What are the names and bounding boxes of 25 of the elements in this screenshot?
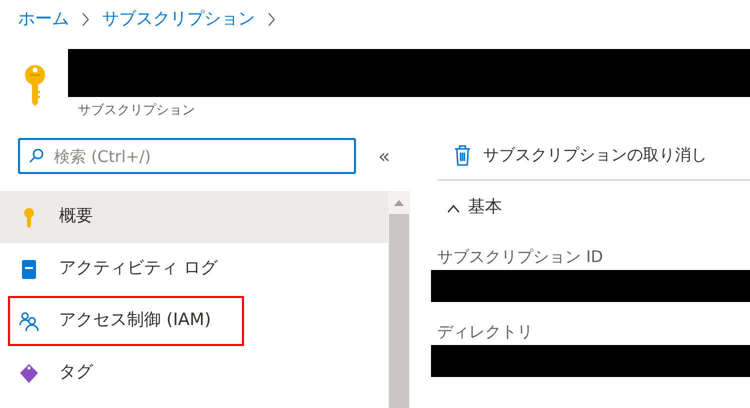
resource-type-label: サブスクリプション — [78, 102, 196, 120]
key-icon — [24, 65, 46, 107]
search-field[interactable]: 検索 (Ctrl+/) — [18, 138, 356, 174]
collapse-button[interactable]: « — [378, 141, 390, 171]
menu-label: アクセス制御 (IAM) — [59, 309, 211, 332]
trash-icon — [454, 144, 471, 166]
field-label: ディレクトリ — [437, 321, 534, 343]
scrollbar[interactable] — [388, 191, 410, 408]
book-icon — [19, 258, 39, 280]
menu-label: タグ — [59, 361, 93, 384]
menu-label: アクティビティ ログ — [59, 257, 218, 280]
scrollbar-thumb[interactable] — [389, 214, 409, 408]
chevron-icon — [81, 12, 90, 27]
people-icon — [19, 310, 39, 332]
breadcrumb-link[interactable]: ホーム — [18, 6, 69, 32]
field-label: サブスクリプション ID — [437, 246, 604, 268]
scroll-up-icon[interactable] — [394, 199, 404, 207]
section-header[interactable]: 基本 — [447, 193, 750, 223]
tag-icon — [19, 362, 39, 384]
menu-label: 概要 — [59, 205, 93, 228]
breadcrumb-link[interactable]: サブスクリプション — [102, 6, 255, 32]
cancel-subscription-button[interactable]: サブスクリプションの取り消し — [454, 143, 707, 167]
search-icon — [28, 148, 44, 164]
chevron-icon — [267, 12, 276, 27]
menu-item[interactable]: 概要 — [0, 191, 388, 243]
